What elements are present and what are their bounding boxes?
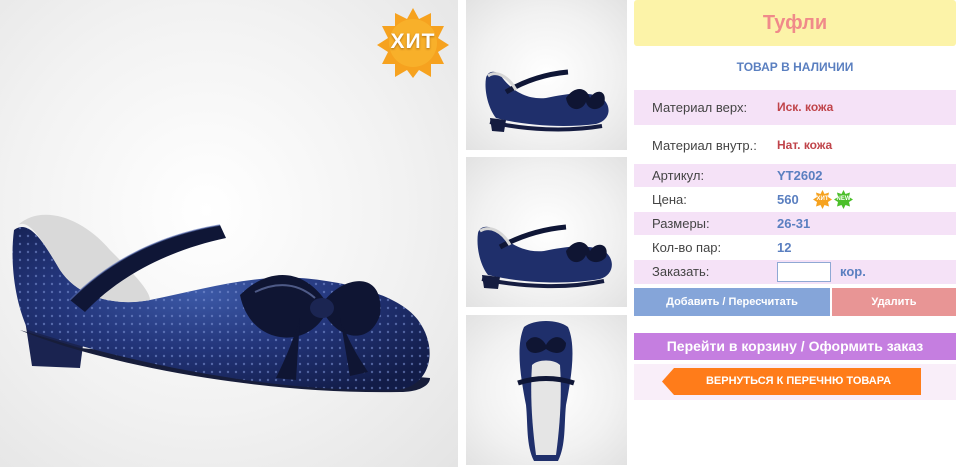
material-top-row: Материал верх: Иск. кожа — [634, 90, 956, 125]
material-top-value: Иск. кожа — [777, 100, 834, 114]
article-row: Артикул: YT2602 — [634, 164, 956, 187]
price-row: Цена: 560 ХИТ NEW — [634, 188, 956, 211]
pairs-row: Кол-во пар: 12 — [634, 236, 956, 259]
price-label: Цена: — [652, 192, 687, 207]
sizes-label: Размеры: — [652, 216, 710, 231]
new-mini-badge: NEW — [834, 190, 853, 209]
hit-mini-label: ХИТ — [816, 196, 829, 202]
order-quantity-input[interactable] — [777, 262, 831, 282]
back-to-list-button[interactable]: ВЕРНУТЬСЯ К ПЕРЕЧНЮ ТОВАРА — [662, 368, 921, 395]
pairs-label: Кол-во пар: — [652, 240, 722, 255]
shoe-thumbnail-image — [517, 321, 575, 461]
thumbnail-side-1[interactable] — [466, 0, 627, 150]
new-mini-label: NEW — [836, 196, 851, 202]
sizes-row: Размеры: 26-31 — [634, 212, 956, 235]
back-button-container: ВЕРНУТЬСЯ К ПЕРЕЧНЮ ТОВАРА — [634, 364, 956, 400]
order-label: Заказать: — [652, 264, 710, 279]
thumbnail-top[interactable] — [466, 315, 627, 465]
stock-status: ТОВАР В НАЛИЧИИ — [736, 60, 854, 74]
order-row: Заказать: кор. — [634, 260, 956, 284]
hit-badge: ХИТ — [374, 6, 452, 78]
material-inner-row: Материал внутр.: Нат. кожа — [634, 128, 956, 162]
main-product-photo[interactable]: ХИТ — [0, 0, 458, 467]
article-value: YT2602 — [777, 168, 823, 183]
hit-mini-badge: ХИТ — [813, 190, 832, 209]
article-label: Артикул: — [652, 168, 705, 183]
sizes-value: 26-31 — [777, 216, 811, 231]
material-inner-value: Нат. кожа — [777, 138, 833, 152]
material-inner-label: Материал внутр.: — [652, 138, 757, 153]
material-top-label: Материал верх: — [652, 100, 748, 115]
price-value: 560 — [777, 192, 799, 207]
pairs-value: 12 — [777, 240, 792, 255]
delete-button[interactable]: Удалить — [832, 288, 956, 316]
thumbnail-side-2[interactable] — [466, 157, 627, 307]
shoe-thumbnail-image — [477, 224, 612, 289]
order-unit-label: кор. — [840, 264, 866, 279]
go-to-cart-button[interactable]: Перейти в корзину / Оформить заказ — [634, 333, 956, 360]
shoe-thumbnail-image — [485, 69, 609, 132]
product-title: Туфли — [634, 0, 956, 46]
hit-badge-label: ХИТ — [390, 30, 436, 53]
add-recalculate-button[interactable]: Добавить / Пересчитать — [634, 288, 830, 316]
